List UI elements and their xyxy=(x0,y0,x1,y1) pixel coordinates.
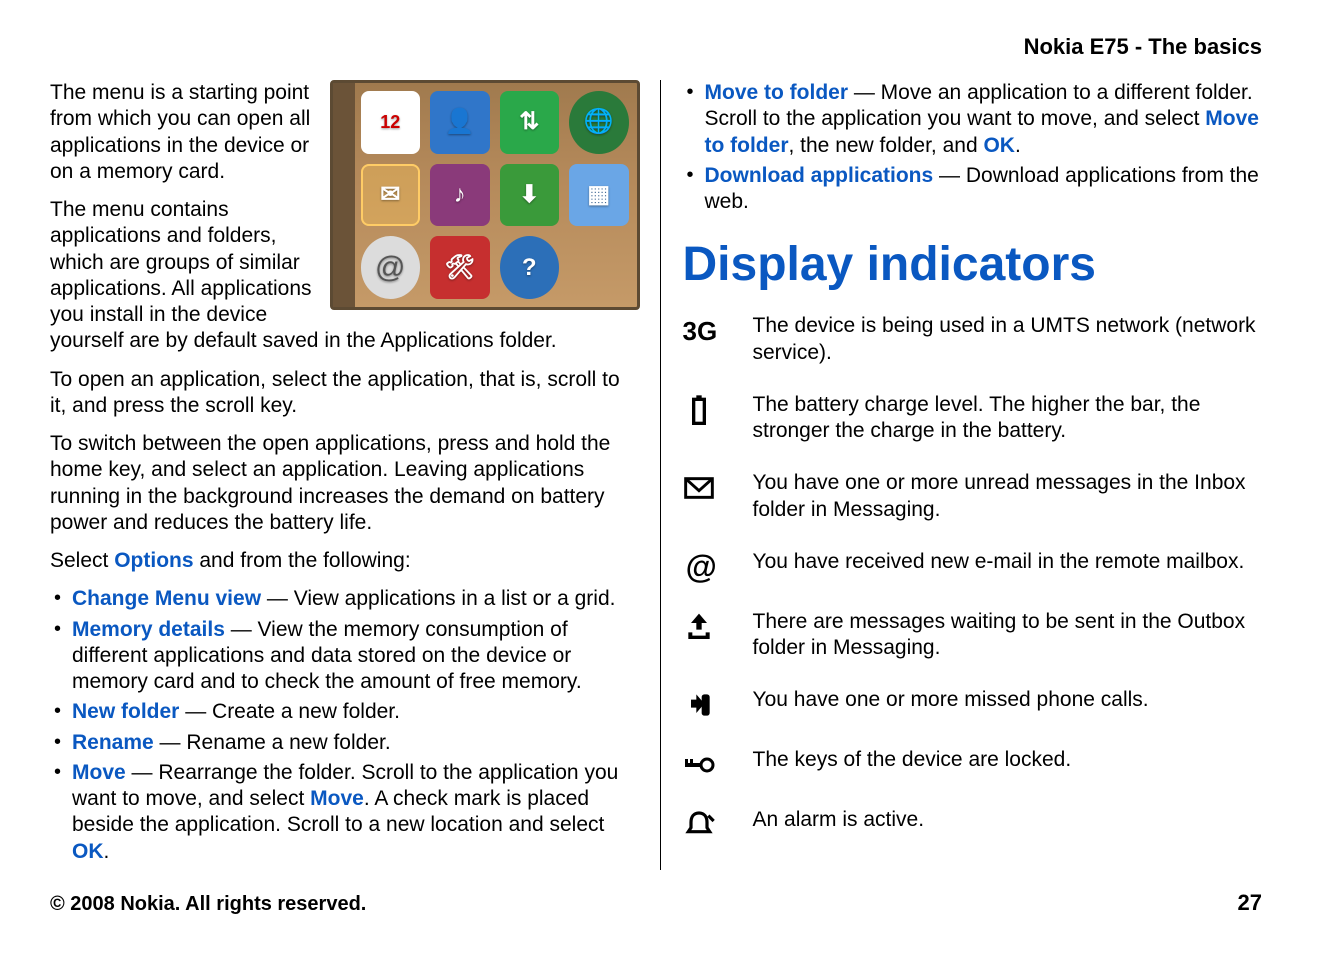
download-icon: ⬇ xyxy=(500,164,560,227)
option-download-applications: Download applications — Download applica… xyxy=(683,163,1273,216)
footer-page-number: 27 xyxy=(1238,890,1262,916)
option-memory-details: Memory details — View the memory consump… xyxy=(50,617,640,696)
indicator-alarm: An alarm is active. xyxy=(683,807,1273,841)
option-desc: — Create a new folder. xyxy=(179,700,400,723)
indicator-battery: The battery charge level. The higher the… xyxy=(683,392,1273,445)
messaging-icon: ✉ xyxy=(361,164,421,227)
indicator-desc: You have one or more missed phone calls. xyxy=(753,687,1273,721)
paragraph-select-options: Select Options and from the following: xyxy=(50,548,640,574)
indicator-desc: You have one or more unread messages in … xyxy=(753,470,1273,523)
two-column-layout: 12 👤 ⇅ 🌐 ✉ ♪ ⬇ ▦ @ 🛠 ? The menu is a sta… xyxy=(50,80,1272,870)
indicator-desc: The keys of the device are locked. xyxy=(753,747,1273,781)
right-column: Move to folder — Move an application to … xyxy=(661,80,1273,870)
tools-icon: 🛠 xyxy=(430,236,490,299)
indicators-list: 3G The device is being used in a UMTS ne… xyxy=(683,313,1273,841)
option-label: Change Menu view xyxy=(72,587,261,610)
menu-screenshot: 12 👤 ⇅ 🌐 ✉ ♪ ⬇ ▦ @ 🛠 ? xyxy=(330,80,640,310)
email-icon: @ xyxy=(361,236,421,299)
options-keyword: Options xyxy=(114,549,193,572)
options-list-left: Change Menu view — View applications in … xyxy=(50,586,640,865)
option-move-to-folder: Move to folder — Move an application to … xyxy=(683,80,1273,159)
option-label: Memory details xyxy=(72,618,225,641)
header-title: Nokia E75 - The basics xyxy=(1024,34,1262,60)
option-desc-3: . xyxy=(104,840,110,863)
contacts-icon: 👤 xyxy=(430,91,490,154)
option-desc-3: . xyxy=(1015,134,1021,157)
indicator-desc: An alarm is active. xyxy=(753,807,1273,841)
at-sign-icon: @ xyxy=(683,549,753,583)
screenshot-sidebar xyxy=(333,83,355,307)
option-desc: — View applications in a list or a grid. xyxy=(261,587,615,610)
option-desc-2: , the new folder, and xyxy=(789,134,984,157)
move-keyword: Move xyxy=(310,787,364,810)
indicator-desc: There are messages waiting to be sent in… xyxy=(753,609,1273,662)
option-move: Move — Rearrange the folder. Scroll to t… xyxy=(50,760,640,865)
outbox-icon xyxy=(683,609,753,662)
screenshot-icon-grid: 12 👤 ⇅ 🌐 ✉ ♪ ⬇ ▦ @ 🛠 ? xyxy=(361,91,629,299)
indicator-missed-calls: You have one or more missed phone calls. xyxy=(683,687,1273,721)
applications-icon xyxy=(569,236,629,299)
option-desc: — Rename a new folder. xyxy=(154,731,391,754)
indicator-inbox: You have one or more unread messages in … xyxy=(683,470,1273,523)
indicator-desc: The battery charge level. The higher the… xyxy=(753,392,1273,445)
help-icon: ? xyxy=(500,236,560,299)
option-change-menu-view: Change Menu view — View applications in … xyxy=(50,586,640,612)
indicator-email: @ You have received new e-mail in the re… xyxy=(683,549,1273,583)
indicator-keys-locked: The keys of the device are locked. xyxy=(683,747,1273,781)
option-label: Download applications xyxy=(705,164,934,187)
sync-icon: ⇅ xyxy=(500,91,560,154)
key-icon xyxy=(683,747,753,781)
paragraph-open-app: To open an application, select the appli… xyxy=(50,367,640,420)
svg-text:@: @ xyxy=(685,551,714,583)
option-label: New folder xyxy=(72,700,179,723)
indicator-3g: 3G The device is being used in a UMTS ne… xyxy=(683,313,1273,366)
option-rename: Rename — Rename a new folder. xyxy=(50,730,640,756)
option-label: Move to folder xyxy=(705,81,849,104)
section-heading-display-indicators: Display indicators xyxy=(683,235,1273,295)
option-label: Move xyxy=(72,761,126,784)
text-select-suffix: and from the following: xyxy=(194,549,411,572)
battery-icon xyxy=(683,392,753,445)
organizer-icon: ▦ xyxy=(569,164,629,227)
missed-call-icon xyxy=(683,687,753,721)
web-icon: 🌐 xyxy=(569,91,629,154)
options-list-right: Move to folder — Move an application to … xyxy=(683,80,1273,215)
option-label: Rename xyxy=(72,731,154,754)
ok-keyword: OK xyxy=(983,134,1015,157)
option-new-folder: New folder — Create a new folder. xyxy=(50,699,640,725)
paragraph-switch-apps: To switch between the open applications,… xyxy=(50,431,640,536)
threeg-icon: 3G xyxy=(683,313,753,366)
left-column: 12 👤 ⇅ 🌐 ✉ ♪ ⬇ ▦ @ 🛠 ? The menu is a sta… xyxy=(50,80,661,870)
indicator-desc: The device is being used in a UMTS netwo… xyxy=(753,313,1273,366)
footer-copyright: © 2008 Nokia. All rights reserved. xyxy=(50,893,366,916)
text-select-prefix: Select xyxy=(50,549,114,572)
indicator-desc: You have received new e-mail in the remo… xyxy=(753,549,1273,583)
ok-keyword: OK xyxy=(72,840,104,863)
page: Nokia E75 - The basics 12 👤 ⇅ 🌐 ✉ ♪ ⬇ ▦ … xyxy=(0,0,1322,954)
bell-icon xyxy=(683,807,753,841)
envelope-icon xyxy=(683,470,753,523)
indicator-outbox: There are messages waiting to be sent in… xyxy=(683,609,1273,662)
media-icon: ♪ xyxy=(430,164,490,227)
calendar-icon: 12 xyxy=(361,91,421,154)
